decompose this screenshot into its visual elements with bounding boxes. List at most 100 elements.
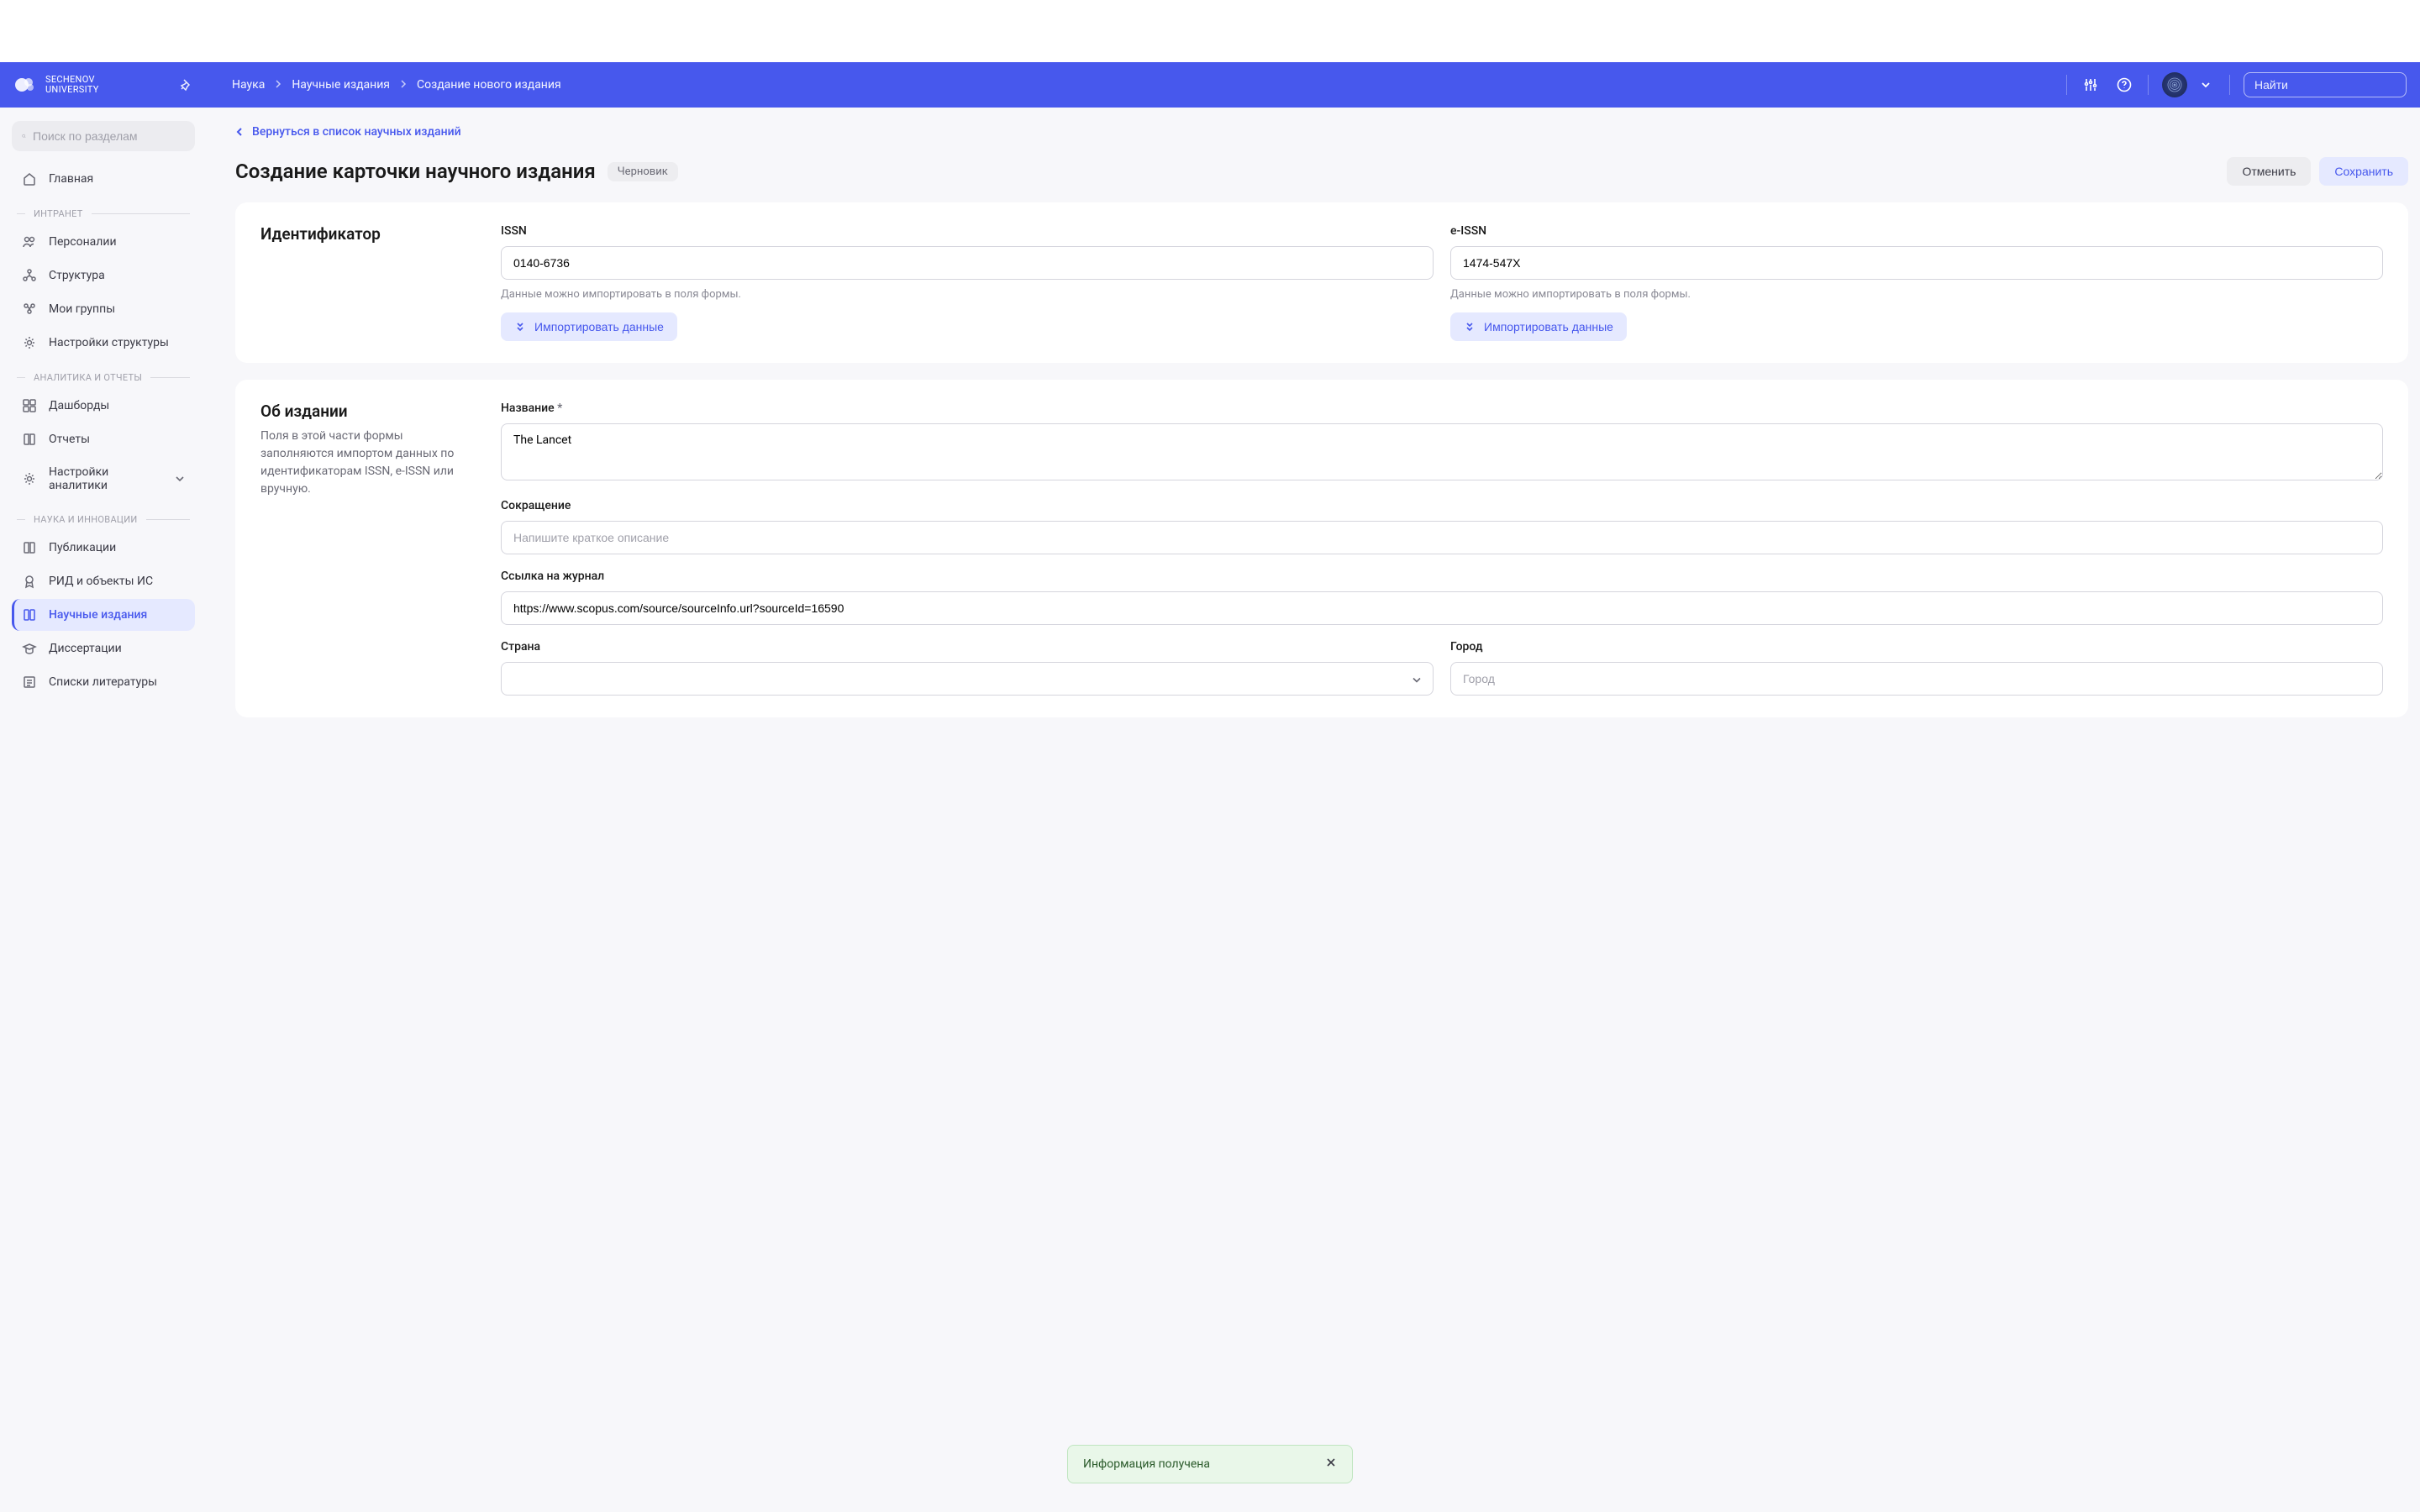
sidebar-item-publications[interactable]: Публикации bbox=[12, 532, 195, 564]
document-icon bbox=[22, 540, 37, 555]
header-right bbox=[2066, 72, 2407, 97]
save-button[interactable]: Сохранить bbox=[2319, 157, 2408, 186]
avatar[interactable] bbox=[2162, 72, 2187, 97]
sidebar-item-ip[interactable]: РИД и объекты ИС bbox=[12, 565, 195, 597]
chevron-down-icon bbox=[175, 472, 185, 486]
sidebar-item-structure-settings[interactable]: Настройки структуры bbox=[12, 327, 195, 359]
sidebar-item-structure[interactable]: Структура bbox=[12, 260, 195, 291]
users-icon bbox=[22, 234, 37, 249]
page-header: Создание карточки научного издания Черно… bbox=[235, 157, 2408, 186]
cancel-button[interactable]: Отменить bbox=[2227, 157, 2311, 186]
sidebar-search-input[interactable] bbox=[33, 129, 185, 143]
name-label: Название * bbox=[501, 402, 2383, 415]
graduation-icon bbox=[22, 641, 37, 656]
sidebar-item-references[interactable]: Списки литературы bbox=[12, 666, 195, 698]
link-label: Ссылка на журнал bbox=[501, 570, 2383, 583]
download-icon bbox=[514, 321, 526, 333]
sidebar-label: Настройки аналитики bbox=[49, 465, 163, 492]
city-label: Город bbox=[1450, 640, 2383, 654]
country-select[interactable] bbox=[501, 662, 1434, 696]
chevron-right-icon bbox=[275, 78, 281, 92]
pin-icon[interactable] bbox=[176, 75, 197, 95]
structure-icon bbox=[22, 268, 37, 283]
breadcrumb-item[interactable]: Научные издания bbox=[292, 78, 390, 92]
identifier-card: Идентификатор ISSN Данные можно импортир… bbox=[235, 202, 2408, 363]
sidebar-label: Мои группы bbox=[49, 302, 115, 316]
draft-badge: Черновик bbox=[608, 162, 678, 181]
divider bbox=[2066, 75, 2067, 95]
sidebar-section-intranet: ИНТРАНЕТ bbox=[12, 197, 195, 226]
import-label: Импортировать данные bbox=[1484, 320, 1613, 333]
city-input[interactable] bbox=[1450, 662, 2383, 696]
import-issn-button[interactable]: Импортировать данные bbox=[501, 312, 677, 341]
sidebar-item-analytics-settings[interactable]: Настройки аналитики bbox=[12, 457, 195, 501]
chevron-left-icon bbox=[235, 127, 244, 137]
chevron-down-icon[interactable] bbox=[2196, 75, 2216, 95]
sidebar-label: Научные издания bbox=[49, 608, 147, 622]
sidebar-label: Диссертации bbox=[49, 642, 122, 655]
journal-icon bbox=[22, 607, 37, 622]
gear-icon bbox=[22, 471, 37, 486]
home-icon bbox=[22, 171, 37, 186]
award-icon bbox=[22, 574, 37, 589]
about-card: Об издании Поля в этой части формы запол… bbox=[235, 380, 2408, 717]
card-title: Идентификатор bbox=[260, 224, 476, 244]
link-input[interactable] bbox=[501, 591, 2383, 625]
sidebar-item-groups[interactable]: Мои группы bbox=[12, 293, 195, 325]
sidebar-label: Структура bbox=[49, 269, 105, 282]
sidebar-label: Персоналии bbox=[49, 235, 117, 249]
sidebar-item-home[interactable]: Главная bbox=[12, 163, 195, 195]
help-icon[interactable] bbox=[2114, 75, 2134, 95]
eissn-help: Данные можно импортировать в поля формы. bbox=[1450, 288, 2383, 301]
logo-text: SECHENOV UNIVERSITY bbox=[45, 75, 99, 95]
group-icon bbox=[22, 302, 37, 317]
sidebar-item-persons[interactable]: Персоналии bbox=[12, 226, 195, 258]
breadcrumbs: Наука Научные издания Создание нового из… bbox=[232, 78, 561, 92]
page-actions: Отменить Сохранить bbox=[2227, 157, 2408, 186]
issn-input[interactable] bbox=[501, 246, 1434, 280]
sidebar-item-dissertations[interactable]: Диссертации bbox=[12, 633, 195, 664]
settings-sliders-icon[interactable] bbox=[2081, 75, 2101, 95]
abbr-label: Сокращение bbox=[501, 499, 2383, 512]
back-link-label: Вернуться в список научных изданий bbox=[252, 125, 461, 139]
sidebar-label: Главная bbox=[49, 172, 93, 186]
app-header: SECHENOV UNIVERSITY Наука Научные издани… bbox=[0, 62, 2420, 108]
header-search[interactable] bbox=[2244, 72, 2407, 97]
eissn-label: e-ISSN bbox=[1450, 224, 2383, 238]
sidebar-label: Дашборды bbox=[49, 399, 109, 412]
gear-icon bbox=[22, 335, 37, 350]
card-desc: Поля в этой части формы заполняются импо… bbox=[260, 428, 476, 498]
page-title: Создание карточки научного издания bbox=[235, 160, 596, 183]
header-search-input[interactable] bbox=[2254, 78, 2407, 92]
divider bbox=[2148, 75, 2149, 95]
toast: Информация получена bbox=[1067, 1445, 1353, 1483]
sidebar-item-reports[interactable]: Отчеты bbox=[12, 423, 195, 455]
import-label: Импортировать данные bbox=[534, 320, 664, 333]
eissn-input[interactable] bbox=[1450, 246, 2383, 280]
search-icon bbox=[22, 129, 26, 143]
sidebar: Главная ИНТРАНЕТ Персоналии Структура Мо… bbox=[0, 108, 207, 1512]
logo-icon bbox=[13, 72, 39, 97]
import-eissn-button[interactable]: Импортировать данные bbox=[1450, 312, 1627, 341]
name-input[interactable]: The Lancet bbox=[501, 423, 2383, 480]
chevron-right-icon bbox=[400, 78, 407, 92]
list-icon bbox=[22, 675, 37, 690]
sidebar-item-dashboards[interactable]: Дашборды bbox=[12, 390, 195, 422]
country-label: Страна bbox=[501, 640, 1434, 654]
sidebar-label: Публикации bbox=[49, 541, 116, 554]
sidebar-section-science: НАУКА И ИННОВАЦИИ bbox=[12, 502, 195, 532]
divider bbox=[2229, 75, 2230, 95]
card-title: Об издании bbox=[260, 402, 476, 421]
sidebar-search[interactable] bbox=[12, 121, 195, 151]
breadcrumb-item: Создание нового издания bbox=[417, 78, 561, 92]
close-icon[interactable] bbox=[1325, 1457, 1337, 1472]
issn-label: ISSN bbox=[501, 224, 1434, 238]
breadcrumb-item[interactable]: Наука bbox=[232, 78, 265, 92]
abbr-input[interactable] bbox=[501, 521, 2383, 554]
sidebar-label: Списки литературы bbox=[49, 675, 157, 689]
sidebar-item-journals[interactable]: Научные издания bbox=[12, 599, 195, 631]
sidebar-label: Настройки структуры bbox=[49, 336, 169, 349]
back-link[interactable]: Вернуться в список научных изданий bbox=[235, 125, 461, 139]
sidebar-section-analytics: АНАЛИТИКА И ОТЧЕТЫ bbox=[12, 360, 195, 390]
main-content: Вернуться в список научных изданий Созда… bbox=[207, 108, 2420, 1512]
